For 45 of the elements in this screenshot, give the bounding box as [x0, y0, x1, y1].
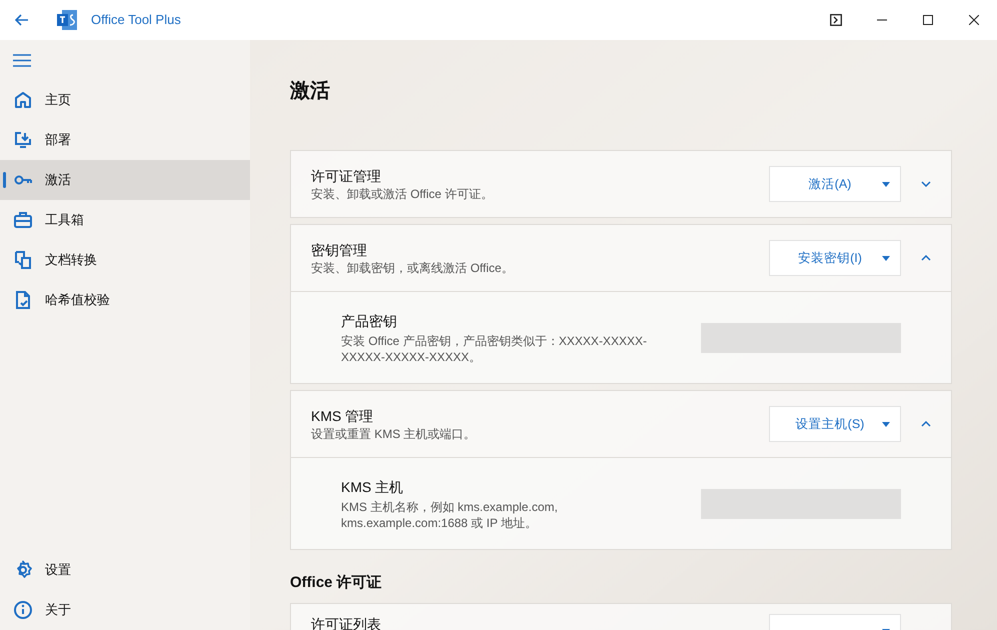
- input-field[interactable]: [701, 488, 901, 518]
- section-title: KMS 管理: [311, 407, 374, 426]
- split-dropdown-button[interactable]: 设置主机(S): [769, 406, 901, 442]
- nav-item[interactable]: 哈希值校验: [0, 280, 250, 320]
- chevron-up-icon: [921, 421, 931, 427]
- nav-item[interactable]: 文档转换: [0, 240, 250, 280]
- section-title: 许可证管理: [311, 167, 382, 186]
- document-convert-icon: [13, 250, 33, 270]
- split-dropdown-button[interactable]: 安装密钥(I): [769, 240, 901, 276]
- close-icon: [969, 15, 979, 25]
- terminal-icon: [830, 14, 842, 26]
- dropdown-caret-icon: [882, 182, 890, 186]
- chevron-up-icon: [921, 255, 931, 261]
- maximize-icon: [923, 15, 933, 25]
- setting-title: 产品密钥: [341, 312, 398, 330]
- dropdown-caret-icon: [882, 422, 890, 426]
- setting-description: KMS 主机名称，例如 kms.example.com, kms.example.com:1688 或 IP 地址。: [341, 498, 559, 530]
- nav-item[interactable]: 激活: [0, 160, 250, 200]
- section-title: 密钥管理: [311, 241, 368, 260]
- window-title: Office Tool Plus: [91, 11, 181, 30]
- split-dropdown-button[interactable]: 激活(A): [769, 166, 901, 202]
- section-description: 设置或重置 KMS 主机或端口。: [311, 426, 477, 442]
- input-field[interactable]: [701, 322, 901, 352]
- nav-item[interactable]: 关于: [0, 590, 250, 630]
- info-icon: [13, 600, 33, 620]
- section-description: 安装、卸载密钥，或离线激活 Office。: [311, 260, 514, 276]
- nav-item[interactable]: 设置: [0, 550, 250, 590]
- menu-icon: [13, 54, 31, 66]
- setting-title: KMS 主机: [341, 478, 404, 496]
- minimize-icon: [877, 19, 887, 21]
- home-icon: [13, 90, 33, 110]
- nav-item[interactable]: 工具箱: [0, 200, 250, 240]
- app-logo-icon: [56, 9, 78, 31]
- download-screen-icon: [13, 130, 33, 150]
- document-check-icon: [13, 290, 33, 310]
- section-heading: Office 许可证: [290, 573, 383, 593]
- toolbox-icon: [13, 210, 33, 230]
- page-title: 激活: [290, 79, 331, 104]
- back-arrow-icon: [15, 14, 29, 26]
- chevron-down-icon: [921, 181, 931, 187]
- nav-item[interactable]: 部署: [0, 120, 250, 160]
- dropdown-caret-icon: [882, 256, 890, 260]
- setting-description: 安装 Office 产品密钥，产品密钥类似于：XXXXX-XXXXX-XXXXX-XXXXX-XXXXX。: [341, 332, 648, 364]
- nav-item[interactable]: 主页: [0, 80, 250, 120]
- section-description: 安装、卸载或激活 Office 许可证。: [311, 186, 494, 202]
